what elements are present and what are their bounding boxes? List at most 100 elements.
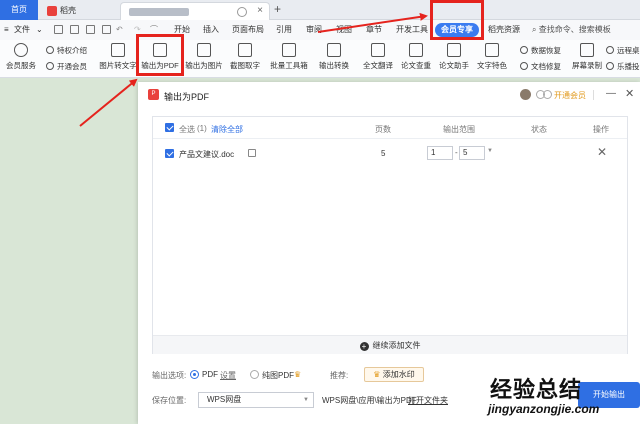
export-convert-button[interactable]: 输出转换 [314, 43, 354, 71]
file-list-header: 全选 (1) 清除全部 页数 输出范围 状态 操作 [153, 117, 627, 139]
paper-assist-button[interactable]: 论文助手 [436, 43, 472, 71]
docer-icon [47, 6, 57, 16]
chevron-down-icon: ▼ [303, 397, 309, 403]
tab-current-document[interactable]: × [120, 2, 270, 20]
save-location-value: WPS网盘 [207, 395, 242, 404]
file-checkbox[interactable] [165, 149, 174, 158]
export-icon[interactable] [70, 25, 79, 34]
menu-developer[interactable]: 开发工具 [396, 20, 428, 40]
remove-file-icon[interactable]: ✕ [597, 145, 607, 159]
save-location-label: 保存位置: [152, 396, 187, 405]
repair-icon [520, 62, 528, 70]
plus-circle-icon: + [359, 342, 369, 351]
menu-docer-resources[interactable]: 稻壳资源 [488, 20, 520, 40]
recovery-icon [520, 46, 528, 54]
minimize-icon[interactable]: — [606, 88, 616, 99]
col-pages: 页数 [375, 125, 391, 134]
screenshot-ocr-button[interactable]: 截图取字 [226, 43, 264, 71]
avatar[interactable] [520, 89, 531, 100]
tab-home[interactable]: 首页 [0, 0, 38, 20]
search-command[interactable]: ⌕ 查找命令、搜索模板 [532, 20, 611, 40]
menu-view[interactable]: 视图 [336, 20, 352, 40]
toolbox-icon [282, 43, 296, 57]
annotation-box-export-pdf [136, 34, 184, 76]
cast-icon [606, 62, 614, 70]
remote-icon [606, 46, 614, 54]
file-list-panel: 全选 (1) 清除全部 页数 输出范围 状态 操作 产品文建议.doc 5 1 … [152, 116, 628, 354]
menu-hamburger-icon[interactable]: ≡ [4, 20, 9, 40]
preview-icon[interactable] [102, 25, 111, 34]
paper-check-label: 论文查重 [401, 61, 431, 70]
select-all-checkbox[interactable] [165, 123, 174, 132]
tab-close-icon[interactable]: × [257, 5, 263, 16]
privilege-intro-button[interactable]: 特权介绍 [46, 45, 87, 56]
open-folder-link[interactable]: 打开文件夹 [408, 395, 448, 406]
print-icon[interactable] [86, 25, 95, 34]
radio-pdf-label: PDF [202, 370, 218, 379]
record-icon [580, 43, 594, 57]
radio-pdf[interactable] [190, 370, 199, 379]
screen-record-label: 屏幕录制 [572, 61, 602, 70]
close-icon[interactable]: ✕ [625, 87, 634, 100]
range-from-input[interactable]: 1 [427, 146, 453, 160]
col-range: 输出范围 [443, 125, 475, 134]
range-dash: - [455, 148, 458, 157]
file-name: 产品文建议.doc [179, 150, 235, 159]
undo-icon[interactable]: ↶ [116, 20, 123, 40]
paper-assist-icon [447, 43, 461, 57]
paper-check-button[interactable]: 论文查重 [398, 43, 434, 71]
menu-page-layout[interactable]: 页面布局 [232, 20, 264, 40]
open-member-toolbar-button[interactable]: 开通会员 [46, 61, 87, 72]
paper-assist-label: 论文助手 [439, 61, 469, 70]
tab-docer[interactable]: 稻壳 [42, 2, 112, 20]
doc-repair-button[interactable]: 文档修复 [520, 61, 561, 72]
menu-insert[interactable]: 插入 [203, 20, 219, 40]
chevron-down-icon[interactable]: ⌄ [36, 20, 43, 40]
save-location-select[interactable]: WPS网盘 ▼ [198, 392, 314, 408]
clear-all-link[interactable]: 清除全部 [211, 124, 243, 135]
full-translate-button[interactable]: 全文翻译 [360, 43, 396, 71]
le-play-button[interactable]: 乐播投 [606, 61, 640, 72]
batch-tools-button[interactable]: 批量工具箱 [266, 43, 312, 71]
file-pages: 5 [381, 149, 386, 158]
new-tab-button[interactable]: + [274, 2, 281, 16]
image-export-icon [197, 43, 211, 57]
menu-reference[interactable]: 引用 [276, 20, 292, 40]
add-watermark-button[interactable]: ♛ 添加水印 [364, 367, 424, 382]
full-translate-label: 全文翻译 [363, 61, 393, 70]
add-watermark-label: 添加水印 [382, 370, 415, 379]
text-feature-label: 文字特色 [477, 61, 507, 70]
open-member-link[interactable]: 开通会员 [554, 90, 586, 101]
screen-record-button[interactable]: 屏幕录制 [570, 43, 604, 71]
menu-file[interactable]: 文件 [14, 20, 30, 40]
watermark-en: jingyanzongjie.com [488, 402, 600, 416]
table-row: 产品文建议.doc 5 1 - 5 ▼ ✕ [153, 139, 627, 167]
text-feature-button[interactable]: 文字特色 [474, 43, 510, 71]
arrow-to-export-pdf [79, 78, 138, 127]
export-image-button[interactable]: 输出为图片 [184, 43, 224, 71]
data-recovery-button[interactable]: 数据恢复 [520, 45, 561, 56]
batch-tools-label: 批量工具箱 [270, 61, 308, 70]
member-service-button[interactable]: 会员服务 [4, 43, 38, 71]
open-member-toolbar-label: 开通会员 [57, 62, 87, 71]
remote-desktop-label: 远程桌 [617, 46, 640, 55]
edit-icon[interactable] [248, 149, 256, 157]
save-icon[interactable] [54, 25, 63, 34]
cloud-sync-icon [237, 7, 247, 17]
menu-section[interactable]: 章节 [366, 20, 382, 40]
export-image-label: 输出为图片 [185, 61, 223, 70]
doc-repair-label: 文档修复 [531, 62, 561, 71]
recommend-label: 推荐: [330, 371, 349, 380]
settings-link[interactable]: 设置 [220, 370, 236, 381]
chevron-down-icon[interactable]: ▼ [487, 148, 493, 154]
menu-review[interactable]: 审阅 [306, 20, 322, 40]
image-to-text-button[interactable]: 图片转文字 [98, 43, 138, 71]
watermark-cn: 经验总结 [490, 377, 583, 403]
crown-icon: ♛ [294, 370, 302, 379]
remote-desktop-button[interactable]: 远程桌 [606, 45, 640, 56]
range-to-input[interactable]: 5 [459, 146, 485, 160]
save-path: WPS网盘\应用\输出为PDF [322, 396, 417, 405]
add-file-button[interactable]: + 继续添加文件 [153, 335, 627, 354]
tab-docer-label: 稻壳 [60, 6, 76, 15]
radio-image-pdf[interactable] [250, 370, 259, 379]
